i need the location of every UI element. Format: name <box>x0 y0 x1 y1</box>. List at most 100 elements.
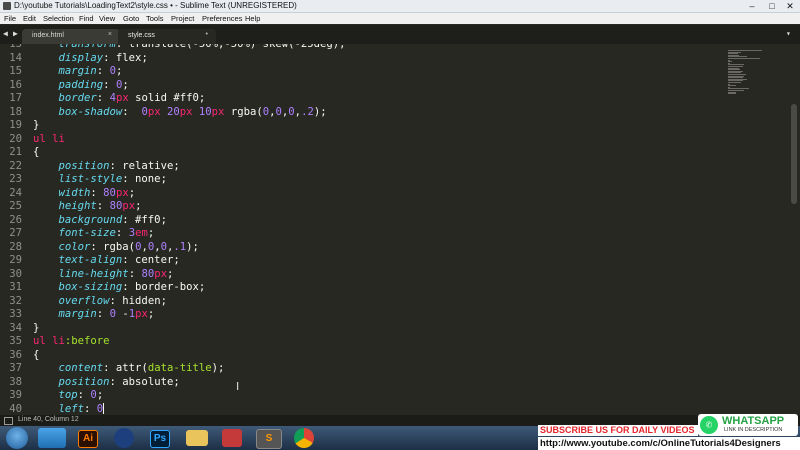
code-token: solid #ff0; <box>128 92 206 104</box>
menu-tools[interactable]: Tools <box>146 14 164 23</box>
illustrator-icon[interactable]: Ai <box>78 430 98 448</box>
code-line[interactable]: 14 display: flex; <box>0 52 720 66</box>
code-line[interactable]: 22 position: relative; <box>0 160 720 174</box>
code-line[interactable]: 13 transform: translate(-50%,-50%) skew(… <box>0 44 720 52</box>
code-token: width <box>58 186 91 199</box>
code-line[interactable]: 18 box-shadow: 0px 20px 10px rgba(0,0,0,… <box>0 106 720 120</box>
whatsapp-title: WHATSAPP <box>722 415 785 427</box>
code-line[interactable]: 37 content: attr(data-title); <box>0 362 720 376</box>
line-number: 26 <box>9 213 22 226</box>
tab-index-html[interactable]: index.html × <box>22 29 120 44</box>
code-text: position: relative; <box>33 160 180 174</box>
code-line[interactable]: 36 { <box>0 349 720 363</box>
menu-project[interactable]: Project <box>171 14 194 23</box>
code-line[interactable]: 34} <box>0 322 720 336</box>
code-line[interactable]: 33 margin: 0 -1px; <box>0 308 720 322</box>
ccleaner-icon[interactable] <box>114 428 134 448</box>
menu-preferences[interactable]: Preferences <box>202 14 242 23</box>
tab-overflow-icon[interactable]: ▾ <box>786 29 791 38</box>
menu-help[interactable]: Help <box>245 14 260 23</box>
code-line[interactable]: 23 list-style: none; <box>0 173 720 187</box>
sublime-text-icon[interactable]: S <box>256 429 282 449</box>
code-line[interactable]: 28 color: rgba(0,0,0,.1); <box>0 241 720 255</box>
code-token: ; <box>115 65 123 77</box>
menu-edit[interactable]: Edit <box>23 14 36 23</box>
menu-find[interactable]: Find <box>79 14 94 23</box>
vertical-scrollbar[interactable] <box>788 44 800 416</box>
minimap[interactable] <box>724 44 780 416</box>
code-line[interactable]: 16 padding: 0; <box>0 79 720 93</box>
tab-scroll-left-icon[interactable]: ◀ <box>3 29 8 38</box>
code-line[interactable]: 40 left: 0 <box>0 403 720 417</box>
tab-modified-dot-icon[interactable]: • <box>206 31 208 38</box>
photoshop-icon[interactable]: Ps <box>150 430 170 448</box>
code-line[interactable]: 17 border: 4px solid #ff0; <box>0 92 720 106</box>
code-line[interactable]: 35 ul li:before <box>0 335 720 349</box>
code-token: data-title <box>147 362 212 374</box>
code-token: content <box>58 362 104 374</box>
menu-view[interactable]: View <box>99 14 115 23</box>
code-editor[interactable]: 13 transform: translate(-50%,-50%) skew(… <box>0 44 720 416</box>
minimize-button[interactable]: – <box>742 0 762 12</box>
code-token: : border-box; <box>122 281 206 293</box>
code-token: : hidden; <box>109 294 167 307</box>
code-line[interactable]: 26 background: #ff0; <box>0 214 720 228</box>
code-line[interactable]: 27 font-size: 3em; <box>0 227 720 241</box>
code-token: px <box>115 186 129 199</box>
code-token: : <box>77 389 91 401</box>
menu-goto[interactable]: Goto <box>123 14 139 23</box>
code-token: ; <box>128 186 136 199</box>
mouse-cursor-icon: I <box>236 380 240 393</box>
internet-explorer-icon[interactable] <box>38 428 66 448</box>
start-button-icon[interactable] <box>6 427 28 449</box>
code-line[interactable]: 38 position: absolute; <box>0 376 720 390</box>
line-number: 33 <box>9 308 22 320</box>
file-explorer-icon[interactable] <box>186 430 208 446</box>
code-line[interactable]: 39 top: 0; <box>0 389 720 403</box>
code-token: : <box>84 402 97 415</box>
code-line[interactable]: 31 box-sizing: border-box; <box>0 281 720 295</box>
code-line[interactable]: 25 height: 80px; <box>0 200 720 214</box>
code-token: : #ff0; <box>122 213 167 226</box>
window-title: D:\youtube Tutorials\LoadingText2\style.… <box>14 1 297 10</box>
code-line[interactable]: 19} <box>0 119 720 133</box>
code-line[interactable]: 21 { <box>0 146 720 160</box>
line-number: 29 <box>9 254 22 266</box>
code-line[interactable]: 20 ul li <box>0 133 720 147</box>
scrollbar-thumb[interactable] <box>791 104 797 204</box>
code-token: px <box>147 105 161 118</box>
code-token: : translate(-50%,-50%) skew(-25deg); <box>115 44 346 50</box>
code-line[interactable]: 15 margin: 0; <box>0 65 720 79</box>
menu-selection[interactable]: Selection <box>43 14 74 23</box>
code-token: : center; <box>122 254 180 266</box>
code-line[interactable]: 29 text-align: center; <box>0 254 720 268</box>
tab-style-css[interactable]: style.css • <box>118 29 216 44</box>
tab-close-icon[interactable]: × <box>108 31 112 38</box>
line-number: 39 <box>9 389 22 401</box>
menu-file[interactable]: File <box>4 14 16 23</box>
code-token: .2 <box>301 105 314 118</box>
subscribe-banner: SUBSCRIBE US FOR DAILY VIDEOS <box>538 425 698 436</box>
chrome-icon[interactable] <box>294 428 314 448</box>
code-line[interactable]: 32 overflow: hidden; <box>0 295 720 309</box>
line-number: 38 <box>9 375 22 388</box>
code-line[interactable]: 30 line-height: 80px; <box>0 268 720 282</box>
close-button[interactable]: ✕ <box>780 0 800 12</box>
code-line[interactable]: 24 width: 80px; <box>0 187 720 201</box>
tab-scroll-right-icon[interactable]: ▶ <box>13 29 18 38</box>
code-text: position: absolute; <box>33 376 180 390</box>
line-number: 34 <box>9 321 22 334</box>
media-player-icon[interactable] <box>222 429 242 447</box>
code-text: top: 0; <box>33 389 104 403</box>
line-number: 32 <box>9 294 22 307</box>
code-text: ul li <box>33 133 65 147</box>
maximize-button[interactable]: □ <box>762 0 782 12</box>
panel-toggle-icon[interactable] <box>4 417 13 425</box>
